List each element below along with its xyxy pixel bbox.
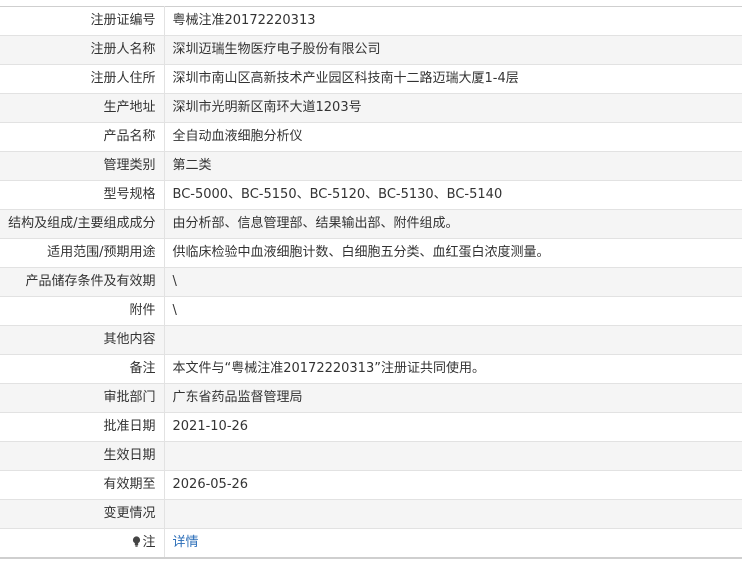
field-label-management-category: 管理类别 [0, 151, 165, 181]
field-label-attachment: 附件 [0, 296, 165, 326]
table-row: 附件 \ [0, 296, 742, 326]
table-row: 注册人住所 深圳市南山区高新技术产业园区科技南十二路迈瑞大厦1-4层 [0, 64, 742, 94]
table-row: 注册证编号 粤械注准20172220313 [0, 6, 742, 36]
field-value-remarks: 本文件与“粤械注准20172220313”注册证共同使用。 [164, 354, 742, 384]
note-label: 注 [142, 535, 156, 550]
field-value-note: 详情 [164, 528, 742, 559]
table-row: 有效期至 2026-05-26 [0, 470, 742, 500]
field-value-registrant-address: 深圳市南山区高新技术产业园区科技南十二路迈瑞大厦1-4层 [164, 64, 742, 94]
table-row: 结构及组成/主要组成成分 由分析部、信息管理部、结果输出部、附件组成。 [0, 209, 742, 239]
field-label-remarks: 备注 [0, 354, 165, 384]
table-row: 批准日期 2021-10-26 [0, 412, 742, 442]
field-label-registrant-name: 注册人名称 [0, 35, 165, 65]
table-row: 产品储存条件及有效期 \ [0, 267, 742, 297]
field-value-registrant-name: 深圳迈瑞生物医疗电子股份有限公司 [164, 35, 742, 65]
field-label-effective-date: 生效日期 [0, 441, 165, 471]
table-row: 变更情况 [0, 499, 742, 529]
field-label-structure-composition: 结构及组成/主要组成成分 [0, 209, 165, 239]
table-row: 注册人名称 深圳迈瑞生物医疗电子股份有限公司 [0, 35, 742, 65]
field-value-management-category: 第二类 [164, 151, 742, 181]
table-row: 适用范围/预期用途 供临床检验中血液细胞计数、白细胞五分类、血红蛋白浓度测量。 [0, 238, 742, 268]
table-row: 注 详情 [0, 528, 742, 559]
field-label-approval-department: 审批部门 [0, 383, 165, 413]
field-value-approval-department: 广东省药品监督管理局 [164, 383, 742, 413]
lightbulb-icon [132, 530, 141, 547]
field-label-model-spec: 型号规格 [0, 180, 165, 210]
registration-detail-table: 注册证编号 粤械注准20172220313 注册人名称 深圳迈瑞生物医疗电子股份… [0, 6, 742, 559]
table-row: 生效日期 [0, 441, 742, 471]
field-label-production-address: 生产地址 [0, 93, 165, 123]
field-value-intended-use: 供临床检验中血液细胞计数、白细胞五分类、血红蛋白浓度测量。 [164, 238, 742, 268]
field-value-storage-validity: \ [164, 267, 742, 297]
field-value-other-content [164, 325, 742, 355]
field-label-product-name: 产品名称 [0, 122, 165, 152]
field-label-registrant-address: 注册人住所 [0, 64, 165, 94]
field-value-production-address: 深圳市光明新区南环大道1203号 [164, 93, 742, 123]
field-value-approval-date: 2021-10-26 [164, 412, 742, 442]
registration-detail-table-wrapper: 注册证编号 粤械注准20172220313 注册人名称 深圳迈瑞生物医疗电子股份… [0, 6, 742, 559]
table-row: 型号规格 BC-5000、BC-5150、BC-5120、BC-5130、BC-… [0, 180, 742, 210]
field-value-change-status [164, 499, 742, 529]
details-link[interactable]: 详情 [173, 535, 199, 550]
field-label-intended-use: 适用范围/预期用途 [0, 238, 165, 268]
field-value-expiry-date: 2026-05-26 [164, 470, 742, 500]
field-value-attachment: \ [164, 296, 742, 326]
field-label-other-content: 其他内容 [0, 325, 165, 355]
field-label-registration-number: 注册证编号 [0, 6, 165, 36]
table-row: 其他内容 [0, 325, 742, 355]
field-label-note: 注 [0, 528, 165, 559]
table-row: 备注 本文件与“粤械注准20172220313”注册证共同使用。 [0, 354, 742, 384]
table-row: 产品名称 全自动血液细胞分析仪 [0, 122, 742, 152]
field-value-effective-date [164, 441, 742, 471]
field-label-change-status: 变更情况 [0, 499, 165, 529]
table-row: 生产地址 深圳市光明新区南环大道1203号 [0, 93, 742, 123]
table-row: 审批部门 广东省药品监督管理局 [0, 383, 742, 413]
field-label-storage-validity: 产品储存条件及有效期 [0, 267, 165, 297]
field-label-expiry-date: 有效期至 [0, 470, 165, 500]
field-value-model-spec: BC-5000、BC-5150、BC-5120、BC-5130、BC-5140 [164, 180, 742, 210]
table-row: 管理类别 第二类 [0, 151, 742, 181]
field-value-product-name: 全自动血液细胞分析仪 [164, 122, 742, 152]
field-value-structure-composition: 由分析部、信息管理部、结果输出部、附件组成。 [164, 209, 742, 239]
field-value-registration-number: 粤械注准20172220313 [164, 6, 742, 36]
field-label-approval-date: 批准日期 [0, 412, 165, 442]
